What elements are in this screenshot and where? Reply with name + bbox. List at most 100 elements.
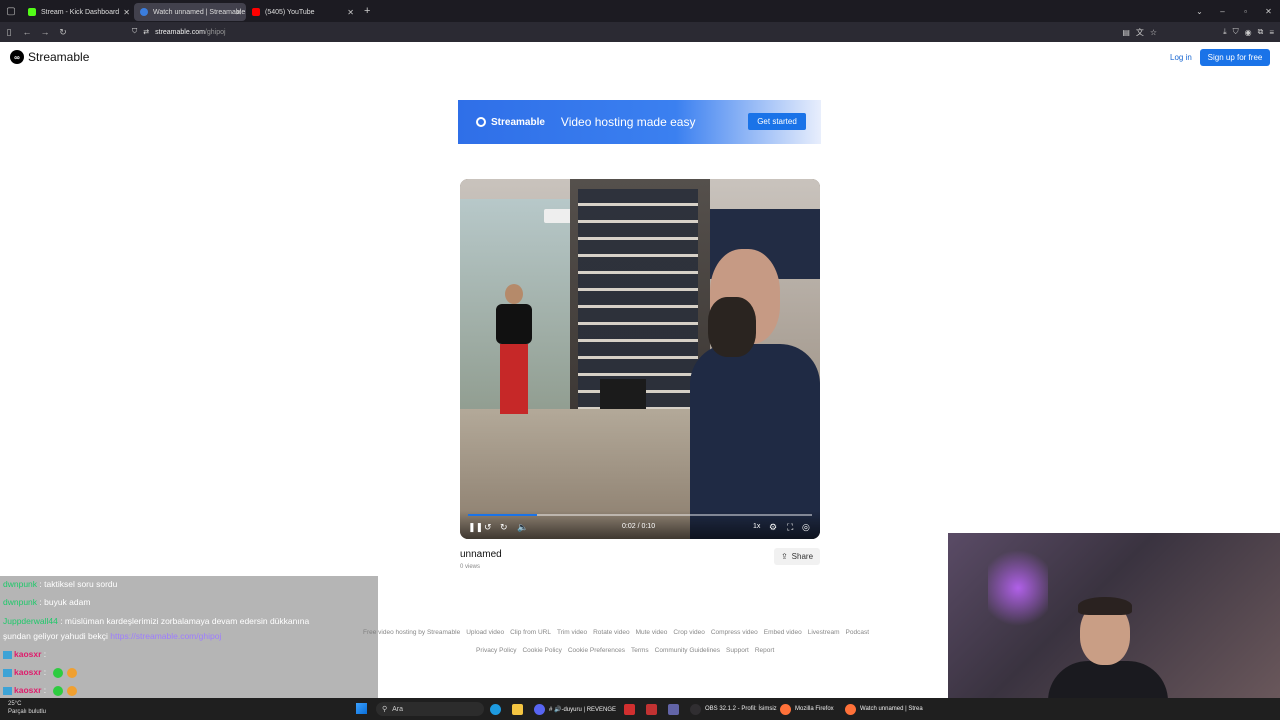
account-icon[interactable]: ◉ bbox=[1245, 28, 1252, 37]
pause-icon[interactable]: ❚❚ bbox=[468, 522, 483, 533]
chat-link[interactable]: https://streamable.com/ghipoj bbox=[110, 631, 221, 641]
get-started-button[interactable]: Get started bbox=[748, 113, 806, 130]
progress-bar[interactable] bbox=[468, 514, 812, 516]
footer-link[interactable]: Embed video bbox=[764, 629, 802, 636]
footer-link[interactable]: Upload video bbox=[466, 629, 504, 636]
permissions-icon[interactable]: ⇄ bbox=[143, 28, 149, 36]
footer-link[interactable]: Cookie Policy bbox=[522, 647, 561, 654]
forward-icon[interactable]: ↻ bbox=[500, 522, 508, 533]
streamable-icon[interactable]: ◎ bbox=[802, 522, 810, 533]
close-icon[interactable]: ✕ bbox=[235, 8, 242, 17]
banner-tagline: Video hosting made easy bbox=[560, 115, 696, 129]
browser-tab-bar: ▢ Stream - Kick Dashboard ✕ Watch unname… bbox=[0, 0, 1280, 22]
volume-icon[interactable]: 🔈 bbox=[517, 522, 528, 533]
footer-link[interactable]: Crop video bbox=[673, 629, 704, 636]
taskbar-search[interactable]: ⚲ Ara bbox=[376, 702, 484, 716]
discord-icon bbox=[534, 703, 545, 715]
close-icon[interactable]: ✕ bbox=[347, 8, 354, 17]
footer-link[interactable]: Mute video bbox=[636, 629, 668, 636]
teams-icon[interactable] bbox=[668, 701, 679, 717]
tab-kick-dashboard[interactable]: Stream - Kick Dashboard ✕ bbox=[22, 3, 134, 21]
promo-banner[interactable]: Streamable Video hosting made easy Get s… bbox=[458, 100, 821, 144]
rewind-icon[interactable]: ↺ bbox=[484, 522, 492, 533]
bookmark-star-icon[interactable]: ☆ bbox=[1150, 28, 1157, 37]
footer-link[interactable]: Trim video bbox=[557, 629, 587, 636]
fullscreen-icon[interactable]: ⛶ bbox=[787, 522, 793, 533]
edge-icon[interactable] bbox=[490, 701, 501, 717]
footer-link[interactable]: Livestream bbox=[808, 629, 840, 636]
firefox-icon bbox=[845, 703, 856, 715]
signup-button[interactable]: Sign up for free bbox=[1200, 49, 1270, 66]
footer-link[interactable]: Cookie Preferences bbox=[568, 647, 625, 654]
footer-link[interactable]: Community Guidelines bbox=[655, 647, 720, 654]
streamable-logo[interactable]: ∞ Streamable bbox=[10, 50, 89, 64]
site-header: ∞ Streamable Log in Sign up for free bbox=[0, 42, 1280, 74]
logo-text: Streamable bbox=[28, 50, 90, 64]
tab-streamable[interactable]: Watch unnamed | Streamable ✕ bbox=[134, 3, 246, 21]
reload-icon[interactable]: ↻ bbox=[54, 27, 72, 38]
windows-start-icon[interactable] bbox=[356, 703, 367, 714]
footer-link[interactable]: Rotate video bbox=[593, 629, 630, 636]
footer-link[interactable]: Clip from URL bbox=[510, 629, 551, 636]
downloads-icon[interactable]: ⤓ bbox=[1223, 27, 1227, 37]
windows-taskbar: 25°C Parçalı bulutlu ⚲ Ara # 🔊-duyuru | … bbox=[0, 698, 1280, 720]
shield-icon[interactable]: ⛉ bbox=[1233, 27, 1239, 37]
shield-icon[interactable]: ⛉ bbox=[132, 28, 137, 36]
footer-legal-links: Privacy Policy Cookie Policy Cookie Pref… bbox=[476, 647, 774, 654]
app-icon[interactable] bbox=[646, 701, 657, 717]
video-player[interactable]: ❚❚ ↺ ↻ 🔈 0:02 / 0:10 1x ⚙ ⛶ ◎ bbox=[460, 179, 820, 539]
chat-username: dwnpunk bbox=[3, 579, 38, 589]
minimize-icon[interactable]: – bbox=[1211, 7, 1234, 16]
login-link[interactable]: Log in bbox=[1170, 53, 1192, 62]
window-menu-icon[interactable]: ▢ bbox=[0, 0, 22, 22]
streamable-icon bbox=[140, 8, 148, 16]
footer-link[interactable]: Terms bbox=[631, 647, 649, 654]
close-icon[interactable]: ✕ bbox=[123, 8, 130, 17]
search-icon: ⚲ bbox=[382, 706, 388, 713]
chat-username: kaosxr bbox=[14, 649, 42, 659]
chat-message: kaosxr : bbox=[3, 667, 77, 678]
footer-link[interactable]: Report bbox=[755, 647, 775, 654]
video-title: unnamed bbox=[460, 549, 502, 560]
translate-icon[interactable]: 文 bbox=[1136, 27, 1144, 38]
close-window-icon[interactable]: ✕ bbox=[1257, 7, 1280, 16]
webcam-light bbox=[988, 543, 1048, 633]
taskbar-app-firefox-streamable[interactable]: Watch unnamed | Strea bbox=[845, 701, 923, 717]
banner-logo: Streamable bbox=[476, 117, 545, 128]
taskbar-app-discord[interactable]: # 🔊-duyuru | REVENGE bbox=[534, 701, 616, 717]
app-icon[interactable] bbox=[624, 701, 635, 717]
footer-link[interactable]: Compress video bbox=[711, 629, 758, 636]
speed-button[interactable]: 1x bbox=[753, 523, 760, 530]
extensions-icon[interactable]: ⧉ bbox=[1258, 27, 1264, 37]
settings-icon[interactable]: ⚙ bbox=[769, 522, 777, 533]
footer-link[interactable]: Podcast bbox=[846, 629, 870, 636]
taskbar-app-label: OBS 32.1.2 - Profil: İsimsiz bbox=[705, 706, 777, 712]
maximize-icon[interactable]: ▫ bbox=[1234, 7, 1257, 16]
taskbar-app-obs[interactable]: OBS 32.1.2 - Profil: İsimsiz bbox=[690, 701, 777, 717]
emote-icon bbox=[52, 667, 63, 678]
chevron-down-icon[interactable]: ⌄ bbox=[1188, 7, 1211, 16]
chat-message: Juppderwall44 : müslüman kardeşlerimizi … bbox=[3, 616, 309, 626]
back-icon[interactable]: ← bbox=[18, 27, 36, 37]
share-button[interactable]: ⇪ Share bbox=[774, 548, 820, 565]
file-explorer-icon[interactable] bbox=[512, 701, 523, 717]
weather-desc: Parçalı bulutlu bbox=[8, 709, 47, 715]
weather-widget[interactable]: 25°C Parçalı bulutlu bbox=[8, 700, 46, 716]
taskbar-app-firefox[interactable]: Mozilla Firefox bbox=[780, 701, 834, 717]
menu-icon[interactable]: ≡ bbox=[1269, 28, 1274, 37]
forward-icon[interactable]: → bbox=[36, 27, 54, 37]
footer-link[interactable]: Support bbox=[726, 647, 749, 654]
obs-icon bbox=[690, 703, 701, 715]
reader-view-icon[interactable]: ▤ bbox=[1122, 28, 1130, 37]
video-views: 0 views bbox=[460, 564, 481, 570]
footer-link[interactable]: Privacy Policy bbox=[476, 647, 516, 654]
search-label: Ara bbox=[392, 705, 404, 713]
chat-message: kaosxr : bbox=[3, 685, 77, 696]
url-bar[interactable]: ⛉ ⇄ streamable.com/ghipoj bbox=[132, 28, 226, 36]
tab-youtube[interactable]: (5405) YouTube ✕ bbox=[246, 3, 358, 21]
taskbar-app-label: # 🔊-duyuru | REVENGE bbox=[549, 706, 617, 713]
chat-text: : bbox=[43, 685, 47, 695]
emote-icon bbox=[52, 685, 63, 696]
sidebar-icon[interactable]: ▯ bbox=[0, 27, 18, 38]
new-tab-icon[interactable]: + bbox=[364, 5, 370, 17]
